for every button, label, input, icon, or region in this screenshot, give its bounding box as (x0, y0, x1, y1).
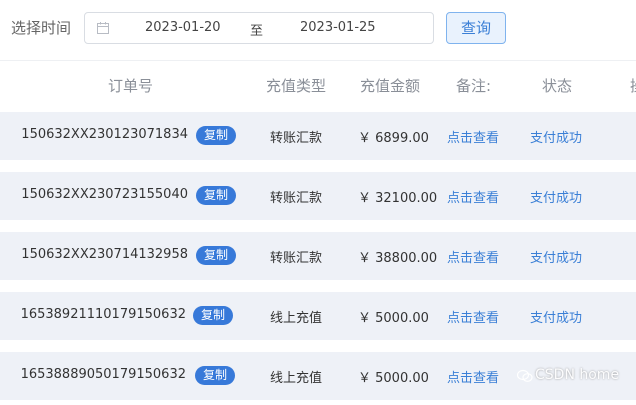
start-date-input[interactable]: 2023-01-20 (145, 20, 221, 35)
order-number: 16538921110179150632 (20, 307, 186, 322)
view-note-link[interactable]: 点击查看 (447, 187, 499, 206)
recharge-type: 转账汇款 (270, 251, 323, 266)
copy-button[interactable]: 复制 (196, 246, 236, 265)
recharge-amount: ￥ 6899.00 (358, 131, 429, 146)
copy-button[interactable]: 复制 (196, 186, 236, 205)
recharge-amount: ￥ 5000.00 (358, 311, 429, 326)
recharge-amount: ￥ 32100.00 (358, 191, 438, 206)
order-number: 150632XX230723155040 (21, 187, 188, 202)
table-row: 16538921110179150632 复制 线上充值 ￥ 5000.00 点… (0, 292, 636, 340)
date-range-picker[interactable]: 2023-01-20 至 2023-01-25 (84, 12, 434, 44)
recharge-type: 转账汇款 (270, 131, 323, 146)
order-number: 150632XX230714132958 (21, 247, 188, 262)
table-row: 150632XX230123071834 复制 转账汇款 ￥ 6899.00 点… (0, 112, 636, 160)
status-text: 支付成功 (530, 311, 583, 326)
view-note-link[interactable]: 点击查看 (447, 367, 499, 386)
watermark-text: CSDN home (535, 367, 620, 383)
header-extra: 操 (630, 75, 636, 96)
date-separator: 至 (250, 24, 264, 39)
filter-label: 选择时间 (11, 19, 72, 37)
table-row: 150632XX230723155040 复制 转账汇款 ￥ 32100.00 … (0, 172, 636, 220)
header-status: 状态 (542, 77, 573, 95)
copy-button[interactable]: 复制 (193, 306, 233, 325)
order-number: 150632XX230123071834 (21, 127, 188, 142)
recharge-type: 线上充值 (270, 311, 323, 326)
query-button[interactable]: 查询 (446, 12, 506, 44)
calendar-icon (97, 22, 109, 34)
status-text: 支付成功 (530, 191, 583, 206)
view-note-link[interactable]: 点击查看 (447, 247, 499, 266)
header-amount: 充值金额 (360, 77, 421, 95)
copy-button[interactable]: 复制 (195, 366, 235, 385)
recharge-type: 转账汇款 (270, 191, 323, 206)
status-text: 支付成功 (530, 131, 583, 146)
header-note: 备注: (456, 77, 492, 95)
chat-bubble-icon (517, 369, 533, 382)
view-note-link[interactable]: 点击查看 (447, 127, 499, 146)
table-row: 150632XX230714132958 复制 转账汇款 ￥ 38800.00 … (0, 232, 636, 280)
filter-bar: 选择时间 2023-01-20 至 2023-01-25 查询 (0, 0, 636, 56)
recharge-type: 线上充值 (270, 371, 323, 386)
view-note-link[interactable]: 点击查看 (447, 307, 499, 326)
header-type: 充值类型 (266, 77, 327, 95)
copy-button[interactable]: 复制 (196, 126, 236, 145)
table-header: 订单号 充值类型 充值金额 备注: 状态 操 (0, 60, 636, 110)
end-date-input[interactable]: 2023-01-25 (300, 20, 376, 35)
recharge-amount: ￥ 5000.00 (358, 371, 429, 386)
order-number: 16538889050179150632 (20, 367, 186, 382)
recharge-amount: ￥ 38800.00 (358, 251, 438, 266)
status-text: 支付成功 (530, 251, 583, 266)
header-order: 订单号 (108, 77, 154, 95)
